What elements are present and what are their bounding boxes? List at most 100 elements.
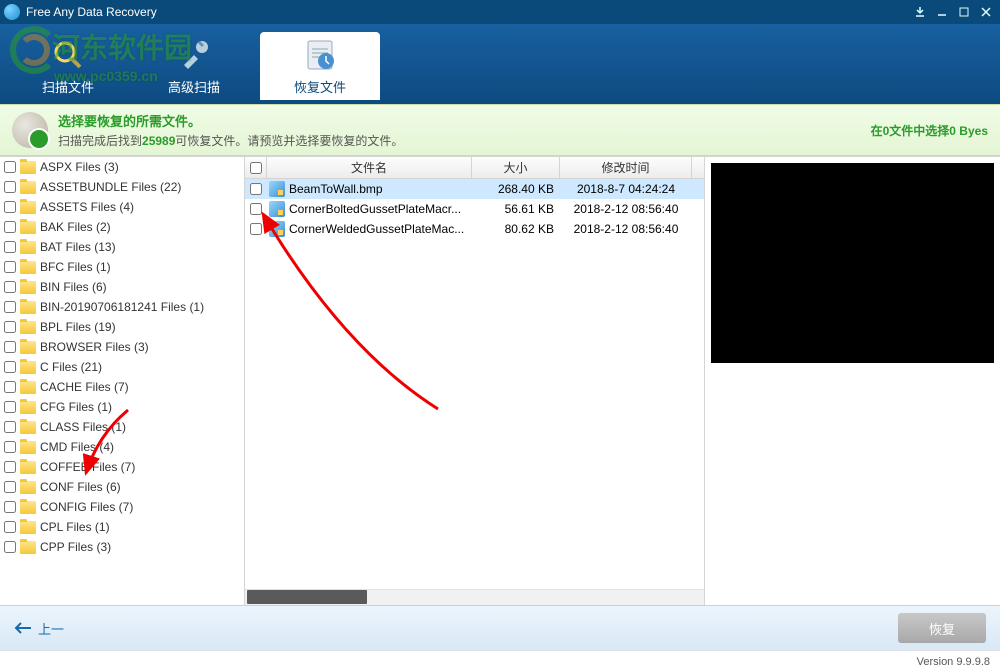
h-scrollbar[interactable] [245, 589, 704, 605]
maximize-button[interactable] [954, 4, 974, 20]
tree-item[interactable]: CACHE Files (7) [0, 377, 244, 397]
file-date: 2018-8-7 04:24:24 [560, 182, 692, 196]
file-name: BeamToWall.bmp [289, 182, 383, 196]
file-row[interactable]: CornerWeldedGussetPlateMac... 80.62 KB201… [245, 219, 704, 239]
tree-checkbox[interactable] [4, 541, 16, 553]
tree-item[interactable]: CPP Files (3) [0, 537, 244, 557]
tree-checkbox[interactable] [4, 161, 16, 173]
col-size[interactable]: 大小 [472, 157, 560, 178]
col-date[interactable]: 修改时间 [560, 157, 692, 178]
tree-checkbox[interactable] [4, 521, 16, 533]
tree-checkbox[interactable] [4, 321, 16, 333]
file-row[interactable]: BeamToWall.bmp268.40 KB2018-8-7 04:24:24 [245, 179, 704, 199]
file-recover-icon [302, 37, 338, 73]
tree-item[interactable]: CPL Files (1) [0, 517, 244, 537]
file-size: 80.62 KB [472, 222, 560, 236]
tree-label: CLASS Files (1) [40, 420, 126, 434]
file-name: CornerBoltedGussetPlateMacr... [289, 202, 461, 216]
footer-bar: 上一 恢复 [0, 605, 1000, 650]
select-all-checkbox[interactable] [245, 157, 267, 178]
tree-checkbox[interactable] [4, 441, 16, 453]
tree-checkbox[interactable] [4, 461, 16, 473]
file-date: 2018-2-12 08:56:40 [560, 222, 692, 236]
tree-checkbox[interactable] [4, 201, 16, 213]
tree-checkbox[interactable] [4, 301, 16, 313]
tree-item[interactable]: BROWSER Files (3) [0, 337, 244, 357]
recover-button[interactable]: 恢复 [898, 613, 986, 643]
tree-item[interactable]: C Files (21) [0, 357, 244, 377]
tree-item[interactable]: CLASS Files (1) [0, 417, 244, 437]
tree-item[interactable]: BFC Files (1) [0, 257, 244, 277]
folder-icon [20, 321, 36, 334]
minimize-button[interactable] [932, 4, 952, 20]
tree-label: ASPX Files (3) [40, 160, 119, 174]
folder-icon [20, 501, 36, 514]
app-title: Free Any Data Recovery [26, 5, 908, 19]
tree-checkbox[interactable] [4, 221, 16, 233]
tree-item[interactable]: BAT Files (13) [0, 237, 244, 257]
folder-icon [20, 341, 36, 354]
folder-icon [20, 441, 36, 454]
tab-recover-files[interactable]: 恢复文件 [260, 32, 380, 100]
tree-checkbox[interactable] [4, 401, 16, 413]
tree-checkbox[interactable] [4, 481, 16, 493]
tree-label: BPL Files (19) [40, 320, 116, 334]
tree-label: CPL Files (1) [40, 520, 110, 534]
tree-label: BROWSER Files (3) [40, 340, 149, 354]
folder-icon [20, 201, 36, 214]
file-name: CornerWeldedGussetPlateMac... [289, 222, 464, 236]
tree-checkbox[interactable] [4, 281, 16, 293]
tree-item[interactable]: ASSETBUNDLE Files (22) [0, 177, 244, 197]
file-checkbox[interactable] [250, 203, 262, 215]
tree-label: BAT Files (13) [40, 240, 116, 254]
folder-icon [20, 541, 36, 554]
tree-item[interactable]: CONFIG Files (7) [0, 497, 244, 517]
tree-label: CFG Files (1) [40, 400, 112, 414]
folder-icon [20, 361, 36, 374]
download-icon[interactable] [910, 4, 930, 20]
file-checkbox[interactable] [250, 183, 262, 195]
col-name[interactable]: 文件名 [267, 157, 472, 178]
folder-icon [20, 421, 36, 434]
tree-checkbox[interactable] [4, 381, 16, 393]
tree-checkbox[interactable] [4, 501, 16, 513]
folder-icon [20, 181, 36, 194]
folder-icon [20, 461, 36, 474]
tree-label: BIN Files (6) [40, 280, 107, 294]
folder-icon [20, 221, 36, 234]
app-icon [4, 4, 20, 20]
type-tree[interactable]: ASPX Files (3) ASSETBUNDLE Files (22)ASSE… [0, 157, 245, 605]
close-button[interactable] [976, 4, 996, 20]
tree-item[interactable]: BIN Files (6) [0, 277, 244, 297]
file-checkbox[interactable] [250, 223, 262, 235]
tree-item[interactable]: CMD Files (4) [0, 437, 244, 457]
tree-checkbox[interactable] [4, 261, 16, 273]
tree-label: COFFEE Files (7) [40, 460, 135, 474]
tree-label: CPP Files (3) [40, 540, 111, 554]
tree-item[interactable]: COFFEE Files (7) [0, 457, 244, 477]
tree-item[interactable]: ASPX Files (3) [0, 157, 244, 177]
version-label: Version 9.9.9.8 [917, 656, 990, 668]
arrow-left-icon [14, 622, 32, 634]
folder-icon [20, 261, 36, 274]
tree-item[interactable]: BPL Files (19) [0, 317, 244, 337]
tree-item[interactable]: CFG Files (1) [0, 397, 244, 417]
tree-checkbox[interactable] [4, 421, 16, 433]
preview-pane [705, 157, 1000, 605]
file-list[interactable]: BeamToWall.bmp268.40 KB2018-8-7 04:24:24… [245, 179, 704, 239]
tree-item[interactable]: BIN-20190706181241 Files (1) [0, 297, 244, 317]
tree-item[interactable]: ASSETS Files (4) [0, 197, 244, 217]
file-list-pane: 文件名 大小 修改时间 BeamToWall.bmp268.40 KB2018-… [245, 157, 705, 605]
tree-item[interactable]: BAK Files (2) [0, 217, 244, 237]
tree-checkbox[interactable] [4, 241, 16, 253]
file-row[interactable]: CornerBoltedGussetPlateMacr...56.61 KB20… [245, 199, 704, 219]
tree-checkbox[interactable] [4, 181, 16, 193]
disk-icon [12, 112, 48, 148]
selection-summary: 在0文件中选择0 Byes [871, 122, 988, 139]
tree-label: C Files (21) [40, 360, 102, 374]
column-header: 文件名 大小 修改时间 [245, 157, 704, 179]
prev-button[interactable]: 上一 [14, 619, 64, 638]
tree-checkbox[interactable] [4, 361, 16, 373]
tree-checkbox[interactable] [4, 341, 16, 353]
tree-item[interactable]: CONF Files (6) [0, 477, 244, 497]
